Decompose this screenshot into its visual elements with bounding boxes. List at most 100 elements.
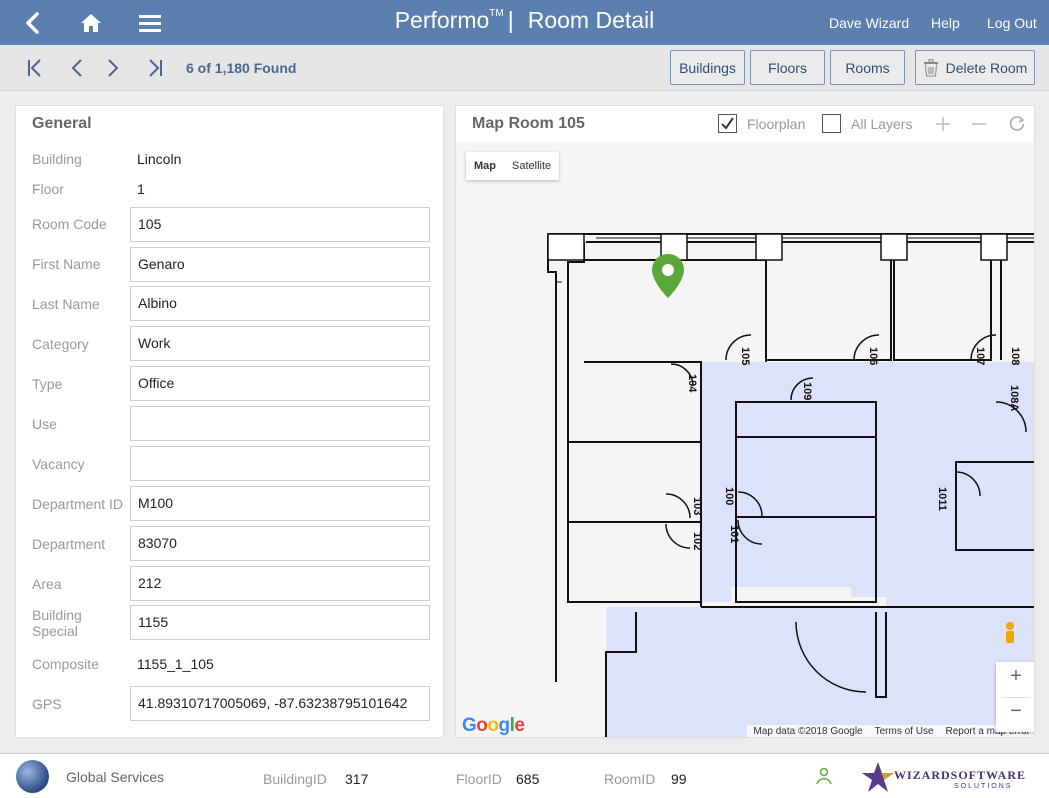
department-id-label: Department ID	[32, 496, 124, 512]
room-id-label: RoomID	[604, 771, 656, 787]
help-link[interactable]: Help	[931, 15, 960, 31]
first-name-label: First Name	[32, 256, 101, 272]
wizard-software-logo: WIZARDSOFTWARE SOLUTIONS	[850, 760, 1035, 794]
globe-icon	[16, 760, 49, 793]
composite-label: Composite	[32, 656, 99, 672]
user-menu[interactable]: Dave Wizard	[829, 15, 909, 31]
title-separator: |	[507, 7, 514, 33]
gps-label: GPS	[32, 696, 62, 712]
room-label-108: 108	[1009, 347, 1021, 365]
category-field[interactable]: Work	[130, 326, 430, 361]
brand-subtitle: SOLUTIONS	[954, 783, 1013, 790]
category-label: Category	[32, 336, 89, 352]
map-type-satellite-button[interactable]: Satellite	[504, 152, 559, 180]
menu-icon[interactable]	[138, 0, 162, 45]
floor-id-value: 685	[516, 771, 540, 787]
last-name-field[interactable]: Albino	[130, 286, 430, 321]
floors-button[interactable]: Floors	[750, 50, 825, 85]
next-record-icon[interactable]	[102, 57, 124, 79]
department-id-field[interactable]: M100	[130, 486, 430, 521]
floorplan-checkbox[interactable]	[718, 114, 737, 133]
delete-room-button[interactable]: Delete Room	[915, 50, 1035, 85]
building-special-label-line2: Special	[32, 623, 78, 639]
floor-value: 1	[137, 181, 145, 197]
map-panel: Map Room 105 Floorplan All Layers 105 10…	[455, 105, 1035, 738]
general-panel: General Building Lincoln Floor 1 Room Co…	[15, 105, 444, 738]
record-toolbar: 6 of 1,180 Found Buildings Floors Rooms …	[0, 45, 1049, 91]
composite-value: 1155_1_105	[137, 656, 214, 672]
pegman-icon[interactable]	[1006, 622, 1014, 643]
brand-name: WIZARDSOFTWARE	[894, 768, 1027, 782]
use-field[interactable]	[130, 406, 430, 441]
use-label: Use	[32, 416, 57, 432]
buildings-button[interactable]: Buildings	[670, 50, 745, 85]
room-code-label: Room Code	[32, 216, 107, 232]
record-count: 6 of 1,180 Found	[186, 60, 297, 76]
room-label-102: 102	[691, 532, 703, 550]
location-marker[interactable]	[652, 254, 684, 298]
google-logo: Google	[462, 715, 525, 736]
map-title: Map Room 105	[472, 115, 585, 132]
department-label: Department	[32, 536, 106, 552]
vacancy-label: Vacancy	[32, 456, 85, 472]
rooms-button[interactable]: Rooms	[830, 50, 905, 85]
app-name: Performo	[394, 7, 490, 33]
building-id-label: BuildingID	[263, 771, 327, 787]
floor-label: Floor	[32, 181, 64, 197]
map-zoom-control: + −	[996, 662, 1034, 732]
building-special-field[interactable]: 1155	[130, 605, 430, 640]
refresh-icon[interactable]	[1007, 114, 1027, 134]
map-type-map-button[interactable]: Map	[466, 152, 504, 180]
trademark: TM	[489, 8, 504, 19]
room-label-101: 101	[728, 525, 740, 543]
area-field[interactable]: 212	[130, 566, 430, 601]
delete-room-label: Delete Room	[945, 59, 1028, 76]
terms-link[interactable]: Terms of Use	[875, 725, 934, 737]
floorplan-label: Floorplan	[747, 116, 806, 132]
map-zoom-in-button[interactable]: +	[996, 665, 1034, 695]
room-label-107: 107	[974, 347, 986, 365]
last-record-icon[interactable]	[144, 57, 166, 79]
vacancy-field[interactable]	[130, 446, 430, 481]
last-name-label: Last Name	[32, 296, 100, 312]
trash-icon	[923, 58, 938, 76]
org-name: Global Services	[66, 769, 165, 785]
department-field[interactable]: 83070	[130, 526, 430, 561]
room-code-field[interactable]: 105	[130, 207, 430, 242]
status-footer: Global Services BuildingID 317 FloorID 6…	[0, 753, 1049, 798]
checkmark-icon	[721, 117, 734, 130]
room-label-109: 109	[801, 382, 813, 400]
room-label-103: 103	[691, 497, 703, 515]
signature-icon[interactable]	[815, 766, 835, 791]
area-label: Area	[32, 576, 62, 592]
first-name-field[interactable]: Genaro	[130, 247, 430, 282]
first-record-icon[interactable]	[24, 57, 46, 79]
logout-link[interactable]: Log Out	[987, 15, 1037, 31]
map-attribution: Map data ©2018 Google	[753, 726, 863, 737]
building-id-value: 317	[345, 771, 369, 787]
back-icon[interactable]	[18, 0, 46, 45]
general-title: General	[32, 115, 92, 132]
room-label-100: 100	[723, 487, 735, 505]
room-id-value: 99	[671, 771, 687, 787]
floorplan-drawing: 105 106 107 108 104 109 108A 103 100 101…	[547, 233, 1034, 737]
all-layers-checkbox[interactable]	[822, 114, 841, 133]
home-icon[interactable]	[77, 0, 105, 45]
building-value: Lincoln	[137, 151, 182, 167]
map-type-control: Map Satellite	[466, 152, 560, 180]
map-zoom-out-button[interactable]: −	[996, 700, 1034, 730]
floor-id-label: FloorID	[456, 771, 502, 787]
floorplan-map[interactable]: 105 106 107 108 104 109 108A 103 100 101…	[456, 142, 1034, 737]
map-attribution-bar: Map data ©2018 Google Terms of Use Repor…	[747, 725, 1034, 737]
gps-field[interactable]: 41.89310717005069, -87.63238795101642	[130, 686, 430, 721]
room-label-106: 106	[867, 347, 879, 365]
zoom-out-icon[interactable]	[969, 114, 989, 134]
type-label: Type	[32, 376, 63, 392]
zoom-divider	[1002, 697, 1030, 698]
type-field[interactable]: Office	[130, 366, 430, 401]
page-name: Room Detail	[527, 7, 655, 33]
previous-record-icon[interactable]	[66, 57, 88, 79]
app-header: PerformoTM | Room Detail Dave Wizard Help …	[0, 0, 1049, 45]
room-label-105: 105	[739, 347, 751, 365]
zoom-in-icon[interactable]	[933, 114, 953, 134]
